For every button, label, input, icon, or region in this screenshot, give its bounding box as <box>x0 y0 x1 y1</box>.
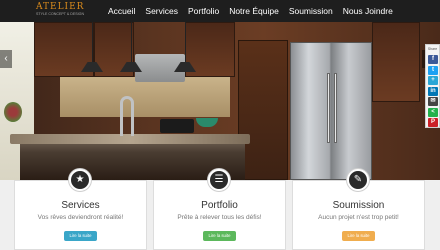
hero-slider: ‹ › <box>0 22 440 180</box>
read-more-button[interactable]: Lire la suite <box>203 231 236 241</box>
email-icon[interactable]: ✉ <box>428 97 438 106</box>
edit-icon: ✎ <box>347 169 369 191</box>
feature-title: Portfolio <box>201 200 238 211</box>
hero-plant <box>4 102 22 122</box>
nav-item-services[interactable]: Services <box>145 6 178 16</box>
hero-bowl <box>196 118 218 127</box>
pinterest-icon[interactable]: P <box>428 118 438 127</box>
feature-desc: Aucun projet n'est trop petit! <box>318 214 399 221</box>
hero-lamp-cord <box>92 22 93 62</box>
feature-desc: Vos rêves deviendront réalité! <box>37 214 124 221</box>
site-header: ATELIER STYLE CONCEPT & DESIGN Accueil S… <box>0 0 440 22</box>
feature-services: ★ Services Vos rêves deviendront réalité… <box>14 169 147 250</box>
hero-faucet <box>120 96 134 136</box>
logo-name: ATELIER <box>36 2 85 12</box>
hero-cabinet <box>372 22 420 102</box>
hero-lamp-cord <box>185 22 186 62</box>
hero-fridge-handle <box>327 73 330 143</box>
hero-fridge-handle <box>334 73 337 143</box>
chevron-left-icon[interactable]: ‹ <box>0 50 12 68</box>
sharethis-icon[interactable]: < <box>428 107 438 117</box>
read-more-button[interactable]: Lire la suite <box>64 231 97 241</box>
features-row: ★ Services Vos rêves deviendront réalité… <box>0 169 440 250</box>
feature-soumission: ✎ Soumission Aucun projet n'est trop pet… <box>292 169 425 250</box>
linkedin-icon[interactable]: in <box>428 86 438 96</box>
share-label: Share <box>427 47 438 51</box>
nav-item-portfolio[interactable]: Portfolio <box>188 6 219 16</box>
star-icon: ★ <box>69 169 91 191</box>
nav-item-soumission[interactable]: Soumission <box>289 6 333 16</box>
hero-backsplash <box>60 77 230 117</box>
logo[interactable]: ATELIER STYLE CONCEPT & DESIGN <box>36 2 92 20</box>
hero-lamp-cord <box>131 22 132 62</box>
list-icon: ☰ <box>208 169 230 191</box>
main-nav: Accueil Services Portfolio Notre Équipe … <box>108 0 403 22</box>
feature-desc: Prête à relever tous les défis! <box>177 214 262 221</box>
share-sidebar: Share f t + in ✉ < P <box>425 44 440 128</box>
feature-title: Services <box>61 200 100 211</box>
hero-fridge <box>290 42 372 180</box>
feature-portfolio: ☰ Portfolio Prête à relever tous les déf… <box>153 169 286 250</box>
share-icon[interactable]: + <box>428 76 438 85</box>
read-more-button[interactable]: Lire la suite <box>342 231 375 241</box>
hero-cooktop <box>160 119 194 133</box>
twitter-icon[interactable]: t <box>428 65 438 75</box>
feature-title: Soumission <box>332 200 385 211</box>
nav-item-joindre[interactable]: Nous Joindre <box>343 6 393 16</box>
hero-tall-cabinet <box>238 40 288 180</box>
facebook-icon[interactable]: f <box>428 55 438 64</box>
nav-item-equipe[interactable]: Notre Équipe <box>229 6 279 16</box>
nav-item-accueil[interactable]: Accueil <box>108 6 135 16</box>
logo-tagline: STYLE CONCEPT & DESIGN <box>36 12 85 16</box>
